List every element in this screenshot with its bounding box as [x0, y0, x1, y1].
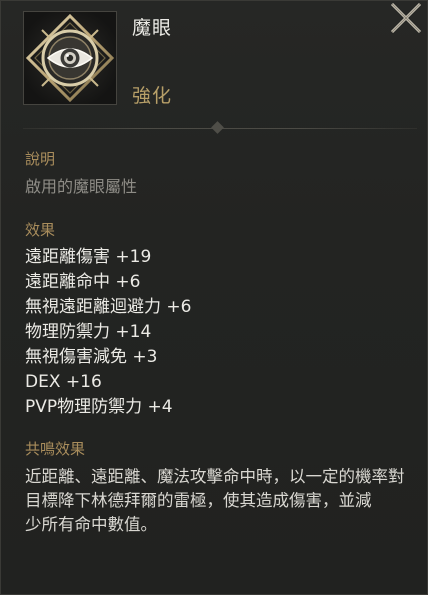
resonance-line: 少所有命中數值。 [25, 515, 157, 534]
description-section: 說明 啟用的魔眼屬性 [25, 149, 427, 198]
eye-emblem-icon [24, 12, 116, 104]
effect-row: 物理防禦力 +14 [25, 322, 152, 342]
effect-row: 遠距離命中 +6 [25, 272, 141, 292]
effect-row: PVP物理防禦力 +4 [25, 397, 173, 417]
effects-list: 遠距離傷害 +19 遠距離命中 +6 無視遠距離迴避力 +6 物理防禦力 +14… [25, 245, 427, 420]
resonance-line: 近距離、遠距離、魔法攻擊命中時，以一定的機率對 [25, 467, 405, 486]
divider-gem-icon [211, 121, 224, 134]
effect-row: 無視傷害減免 +3 [25, 347, 158, 367]
effects-title: 效果 [25, 221, 56, 239]
tooltip-header: 魔眼 強化 [1, 1, 427, 119]
effect-row: 遠距離傷害 +19 [25, 247, 152, 267]
resonance-text: 近距離、遠距離、魔法攻擊命中時，以一定的機率對 目標降下林德拜爾的雷極，使其造成傷… [25, 465, 427, 537]
effect-row: 無視遠距離迴避力 +6 [25, 297, 192, 317]
description-title: 說明 [25, 150, 56, 168]
description-text: 啟用的魔眼屬性 [25, 177, 138, 196]
item-name: 魔眼 [132, 17, 173, 39]
item-type: 強化 [132, 85, 173, 107]
item-icon-frame [23, 11, 117, 105]
item-tooltip: 魔眼 強化 說明 啟用的魔眼屬性 效果 遠距離傷害 +19 遠距離命中 +6 無… [0, 0, 428, 595]
header-divider [23, 121, 417, 134]
close-x-icon [390, 2, 422, 34]
resonance-line: 目標降下林德拜爾的雷極，使其造成傷害，並減 [25, 491, 372, 510]
resonance-section: 共鳴效果 近距離、遠距離、魔法攻擊命中時，以一定的機率對 目標降下林德拜爾的雷極，… [25, 439, 427, 537]
resonance-title: 共鳴效果 [25, 440, 86, 458]
effects-section: 效果 遠距離傷害 +19 遠距離命中 +6 無視遠距離迴避力 +6 物理防禦力 … [25, 220, 427, 420]
effect-row: DEX +16 [25, 372, 102, 392]
close-button[interactable] [389, 1, 423, 35]
